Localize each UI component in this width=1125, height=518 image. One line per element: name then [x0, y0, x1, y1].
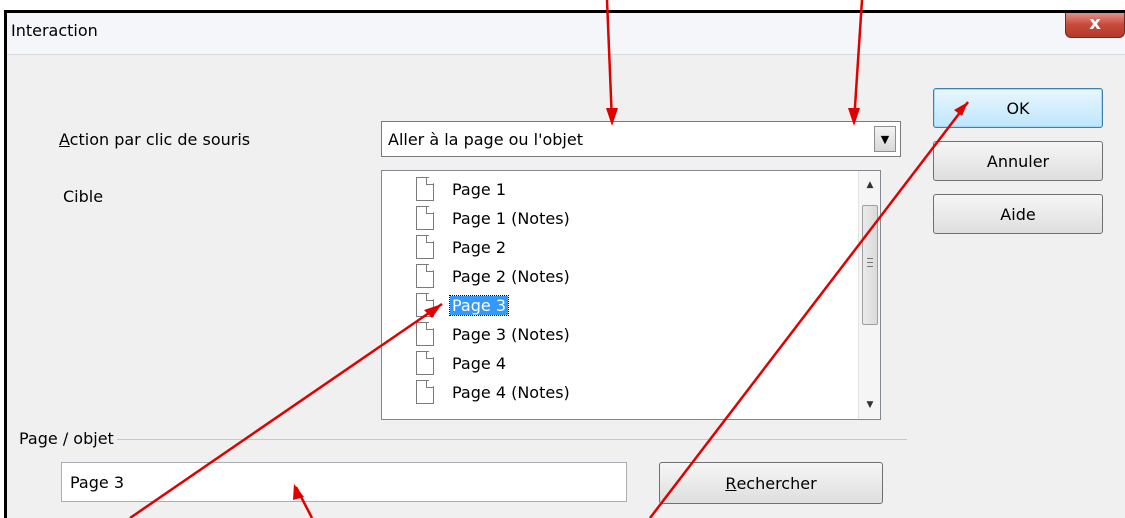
page-icon	[416, 177, 434, 201]
list-item-label: Page 4 (Notes)	[452, 382, 570, 402]
list-item-label: Page 3	[449, 294, 509, 316]
list-item[interactable]: Page 1 (Notes)	[416, 204, 572, 232]
cancel-button[interactable]: Annuler	[933, 141, 1103, 181]
interaction-dialog: Interaction x Action par clic de souris …	[4, 10, 1125, 518]
title-bar: Interaction x	[7, 13, 1125, 55]
group-divider	[117, 439, 907, 440]
target-list-scrollbar[interactable]: ▲ ▼	[858, 171, 880, 419]
grip-icon	[867, 258, 873, 267]
list-item[interactable]: Page 2 (Notes)	[416, 262, 572, 290]
list-item[interactable]: Page 4	[416, 349, 508, 377]
page-object-label: Page / objet	[19, 429, 114, 448]
scroll-up-icon[interactable]: ▲	[859, 175, 880, 195]
close-icon: x	[1089, 13, 1101, 34]
list-item-label: Page 3 (Notes)	[452, 324, 570, 344]
scroll-down-icon[interactable]: ▼	[859, 395, 880, 415]
dialog-title: Interaction	[11, 21, 98, 40]
list-item-label: Page 1	[452, 179, 506, 199]
page-icon	[416, 206, 434, 230]
list-item[interactable]: Page 3	[416, 291, 509, 319]
page-object-input[interactable]: Page 3	[61, 462, 627, 502]
list-item-label: Page 2 (Notes)	[452, 266, 570, 286]
close-button[interactable]: x	[1065, 13, 1125, 38]
list-item-label: Page 2	[452, 237, 506, 257]
action-dropdown[interactable]: Aller à la page ou l'objet ▼	[381, 121, 901, 157]
help-button[interactable]: Aide	[933, 194, 1103, 234]
scroll-thumb[interactable]	[862, 205, 878, 325]
list-item-label: Page 1 (Notes)	[452, 208, 570, 228]
action-label: Action par clic de souris	[59, 130, 251, 149]
list-item-label: Page 4	[452, 353, 506, 373]
page-icon	[416, 264, 434, 288]
list-item[interactable]: Page 2	[416, 233, 508, 261]
page-icon	[416, 235, 434, 259]
chevron-down-icon[interactable]: ▼	[874, 126, 896, 152]
ok-button[interactable]: OK	[933, 88, 1103, 128]
search-button[interactable]: Rechercher	[659, 462, 883, 504]
page-icon	[416, 380, 434, 404]
list-item[interactable]: Page 3 (Notes)	[416, 320, 572, 348]
list-item[interactable]: Page 1	[416, 175, 508, 203]
page-icon	[416, 351, 434, 375]
page-icon	[416, 322, 434, 346]
dialog-content: Action par clic de souris Aller à la pag…	[7, 56, 1125, 518]
target-list[interactable]: Page 1 Page 1 (Notes) Page 2 Page 2 (Notes)…	[381, 170, 881, 420]
action-dropdown-value: Aller à la page ou l'objet	[388, 129, 583, 149]
target-label: Cible	[63, 187, 104, 206]
page-icon	[416, 293, 434, 317]
list-item[interactable]: Page 4 (Notes)	[416, 378, 572, 406]
